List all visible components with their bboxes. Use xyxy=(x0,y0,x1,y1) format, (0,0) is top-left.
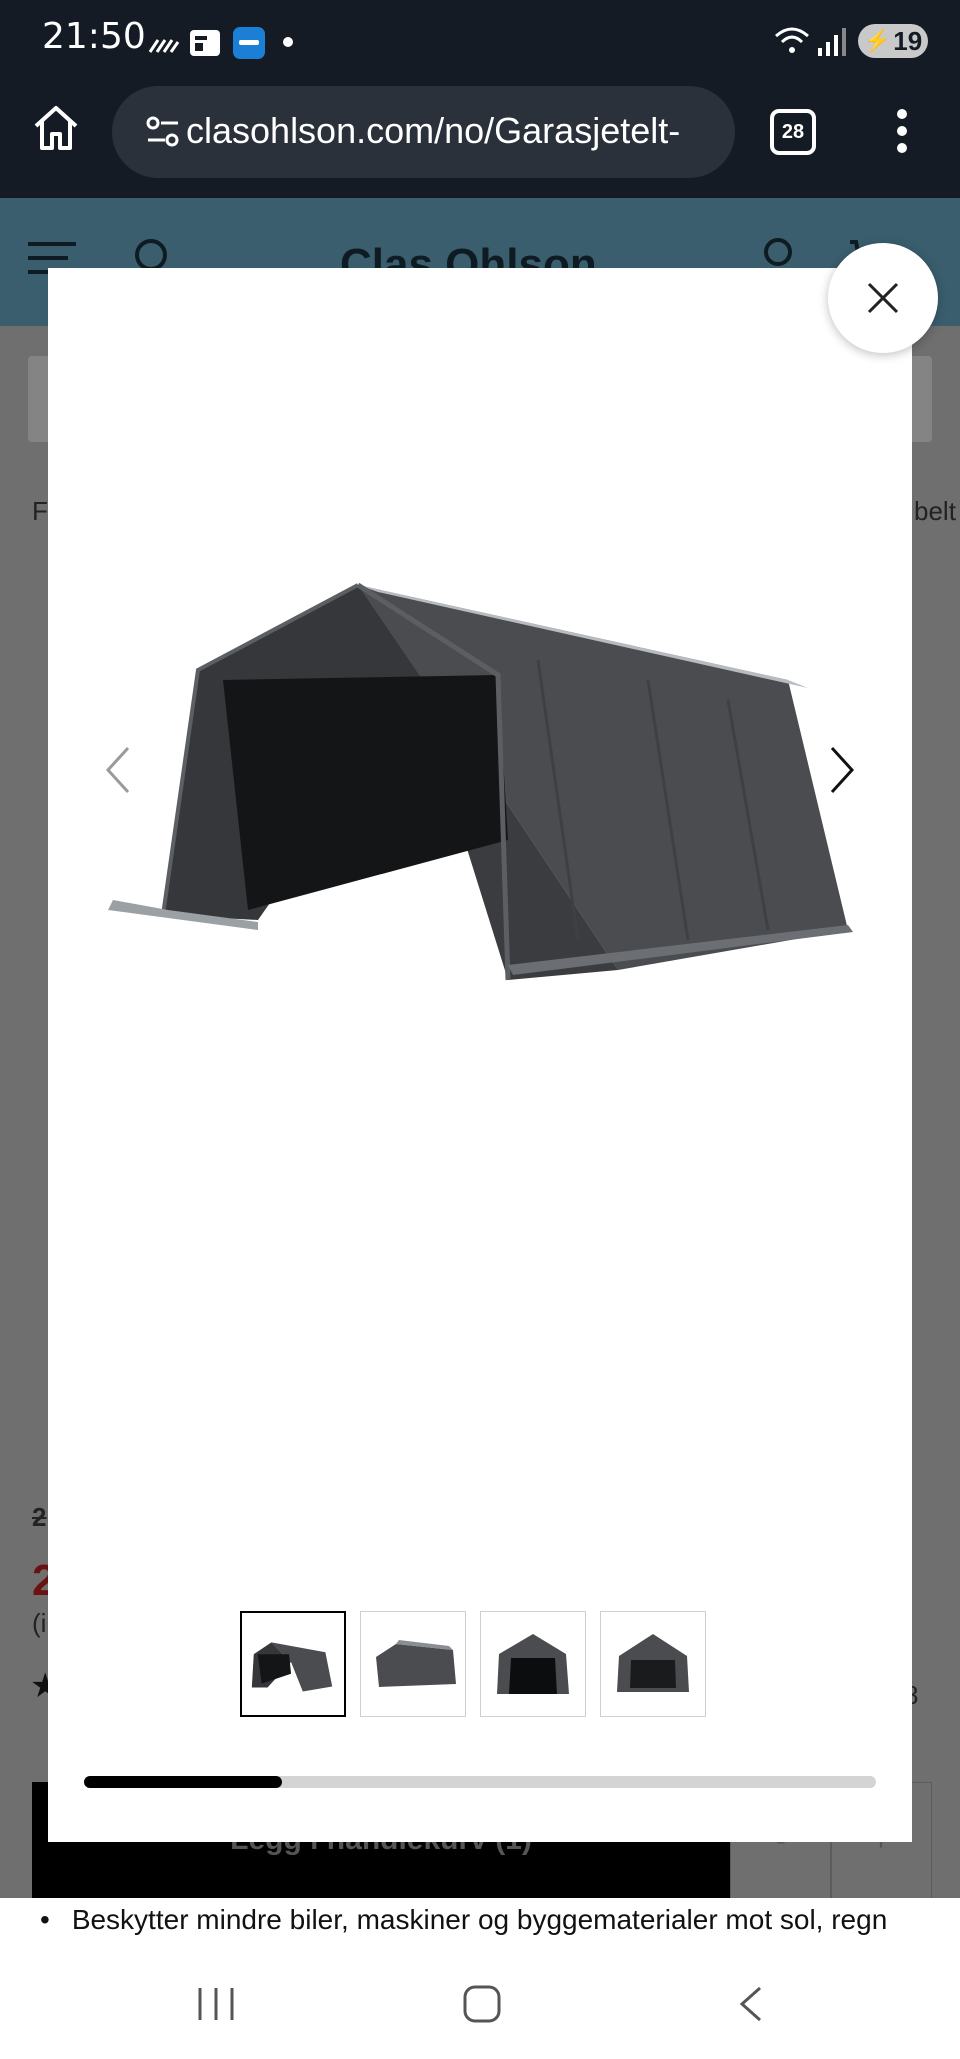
close-gallery-button[interactable] xyxy=(828,243,938,353)
home-icon[interactable] xyxy=(30,102,82,154)
thumbnail-1[interactable] xyxy=(240,1611,346,1717)
tab-switcher-button[interactable]: 28 xyxy=(770,109,816,155)
price-note: (i xyxy=(32,1608,47,1638)
status-bar: 21:50 ⚡ 19 xyxy=(0,0,960,82)
system-navigation-bar xyxy=(0,1946,960,2059)
cell-signal-icon xyxy=(818,28,846,56)
thumbnail-image xyxy=(617,1634,689,1692)
address-bar[interactable]: clasohlson.com/no/Garasjetelt- xyxy=(112,86,735,178)
app-notification-icon xyxy=(233,27,265,59)
product-image-garage-tent xyxy=(108,582,853,981)
url-text[interactable]: clasohlson.com/no/Garasjetelt- xyxy=(186,110,726,152)
thumbnail-image xyxy=(376,1640,456,1687)
wifi-icon xyxy=(775,27,809,53)
thumbnail-4[interactable] xyxy=(600,1611,706,1717)
recent-apps-icon[interactable] xyxy=(194,1986,238,2022)
status-time: 21:50 xyxy=(42,16,146,57)
battery-level: 19 xyxy=(893,25,923,56)
gallery-progress-fill xyxy=(84,1776,282,1788)
breadcrumb-start: F xyxy=(32,496,48,526)
site-settings-icon[interactable] xyxy=(146,114,180,150)
thumbnail-image xyxy=(251,1642,333,1692)
thumbnail-image xyxy=(497,1634,569,1694)
signal-noise-icon xyxy=(148,39,180,53)
more-notifications-dot-icon xyxy=(283,37,293,47)
price-old: 2 xyxy=(32,1502,47,1532)
chevron-right-icon[interactable] xyxy=(822,740,862,800)
thumbnail-3[interactable] xyxy=(480,1611,586,1717)
news-app-icon xyxy=(190,30,220,56)
feature-bullet: Beskytter mindre biler, maskiner og bygg… xyxy=(40,1904,887,1936)
close-icon[interactable] xyxy=(863,278,903,318)
thumbnail-2[interactable] xyxy=(360,1611,466,1717)
battery-indicator: ⚡ 19 xyxy=(858,24,928,58)
chevron-left-icon[interactable] xyxy=(98,740,138,800)
home-nav-icon[interactable] xyxy=(462,1984,502,2024)
back-nav-icon[interactable] xyxy=(736,1984,766,2024)
breadcrumb-end: belt xyxy=(914,496,956,526)
charging-icon: ⚡ xyxy=(863,28,892,53)
more-menu-icon[interactable] xyxy=(890,108,914,154)
